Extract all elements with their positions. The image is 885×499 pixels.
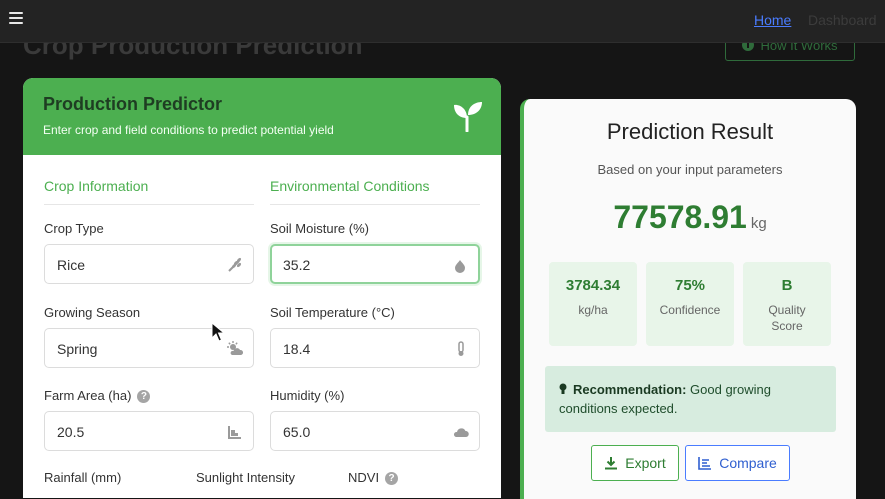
soil-moisture-label: Soil Moisture (%): [270, 221, 369, 236]
sunlight-intensity-label: Sunlight Intensity: [196, 470, 296, 485]
predicted-unit: kg: [750, 215, 767, 232]
farm-area-label: Farm Area (ha)?: [44, 388, 151, 403]
soil-temperature-label: Soil Temperature (°C): [270, 305, 395, 320]
ndvi-label-text: NDVI: [348, 470, 380, 485]
soil-temperature-value: 18.4: [283, 341, 311, 357]
download-icon: [605, 457, 618, 470]
soil-moisture-input[interactable]: 35.2: [270, 244, 480, 284]
humidity-value: 65.0: [283, 424, 311, 440]
recommendation-box: Recommendation: Good growing conditions …: [545, 366, 836, 432]
production-predictor-card: Production Predictor Enter crop and fiel…: [23, 78, 501, 498]
result-title: Prediction Result: [606, 119, 774, 144]
stat-label: Quality Score: [768, 303, 806, 333]
nav-link-dashboard[interactable]: Dashboard: [808, 12, 877, 28]
section-divider: [44, 204, 254, 205]
farm-area-value: 20.5: [57, 424, 85, 440]
stat-quality-score: B Quality Score: [743, 262, 831, 346]
stat-value: 3784.34: [565, 277, 621, 294]
farm-area-label-text: Farm Area (ha): [44, 388, 132, 403]
nav-link-home[interactable]: Home: [754, 12, 791, 28]
question-circle-icon[interactable]: ?: [137, 390, 151, 403]
predicted-production: 77578.91 kg: [524, 199, 856, 236]
wheat-icon: [228, 257, 242, 272]
predictor-title: Production Predictor: [43, 94, 223, 114]
top-navbar: Home Dashboard: [0, 0, 885, 43]
predictor-header: Production Predictor Enter crop and fiel…: [23, 78, 501, 155]
tint-icon: [455, 260, 465, 273]
humidity-input[interactable]: 65.0: [270, 411, 480, 451]
hamburger-menu-icon[interactable]: [9, 12, 23, 26]
growing-season-value: Spring: [57, 341, 98, 357]
humidity-label: Humidity (%): [270, 388, 345, 403]
section-environmental-conditions: Environmental Conditions: [270, 178, 430, 194]
rainfall-label: Rainfall (mm): [44, 470, 122, 485]
prediction-result-card: Prediction Result Based on your input pa…: [520, 99, 856, 499]
lightbulb-icon: [559, 383, 567, 394]
soil-temperature-input[interactable]: 18.4: [270, 328, 480, 368]
farm-area-input[interactable]: 20.5: [44, 411, 254, 451]
section-divider: [270, 204, 480, 205]
sun-cloud-icon: [227, 341, 243, 355]
section-crop-information: Crop Information: [44, 178, 149, 194]
soil-moisture-value: 35.2: [283, 257, 311, 273]
stat-value: B: [781, 277, 793, 294]
compare-label: Compare: [719, 455, 777, 471]
stat-confidence: 75% Confidence: [646, 262, 734, 346]
cloud-icon: [453, 428, 469, 437]
area-chart-icon: [228, 426, 241, 439]
export-button[interactable]: Export: [591, 445, 679, 481]
predictor-subtitle: Enter crop and field conditions to predi…: [43, 123, 334, 137]
crop-type-value: Rice: [57, 257, 86, 273]
crop-type-label: Crop Type: [44, 221, 104, 236]
compare-button[interactable]: Compare: [685, 445, 790, 481]
seedling-icon: [454, 102, 482, 132]
growing-season-label: Growing Season: [44, 305, 141, 320]
stat-label: Confidence: [659, 303, 721, 317]
mouse-cursor-icon: [211, 322, 225, 342]
result-subtitle: Based on your input parameters: [597, 162, 783, 177]
recommendation-label: Recommendation:: [573, 382, 687, 397]
ndvi-label: NDVI?: [348, 470, 399, 485]
predicted-value: 77578.91: [613, 199, 747, 235]
export-label: Export: [625, 455, 666, 471]
stat-yield-per-hectare: 3784.34 kg/ha: [549, 262, 637, 346]
crop-type-select[interactable]: Rice: [44, 244, 254, 284]
stat-label: kg/ha: [578, 303, 608, 317]
question-circle-icon[interactable]: ?: [385, 472, 399, 485]
stat-value: 75%: [674, 277, 706, 294]
chart-bar-icon: [698, 457, 712, 470]
thermometer-icon: [458, 341, 464, 356]
